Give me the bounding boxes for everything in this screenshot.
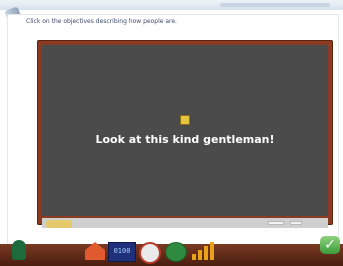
score-counter: 0100	[108, 242, 136, 262]
gauge-icon[interactable]	[139, 242, 161, 264]
sponge-icon[interactable]	[46, 220, 72, 228]
chalk-ledge	[42, 218, 328, 228]
blackboard	[42, 45, 328, 216]
title-scrollbar[interactable]	[220, 3, 330, 7]
instruction-text: Click on the objectives describing how p…	[26, 18, 177, 25]
book-icon[interactable]	[165, 242, 187, 262]
check-button[interactable]: ✓	[320, 236, 340, 254]
board-sentence[interactable]: Look at this kind gentleman!	[42, 133, 328, 146]
window-titlebar	[0, 0, 343, 10]
speaker-icon[interactable]	[180, 115, 190, 125]
chalk-icon	[290, 221, 302, 225]
progress-bars-icon[interactable]	[192, 242, 220, 260]
chalk-icon	[268, 221, 284, 225]
bottle-icon[interactable]	[12, 240, 26, 260]
